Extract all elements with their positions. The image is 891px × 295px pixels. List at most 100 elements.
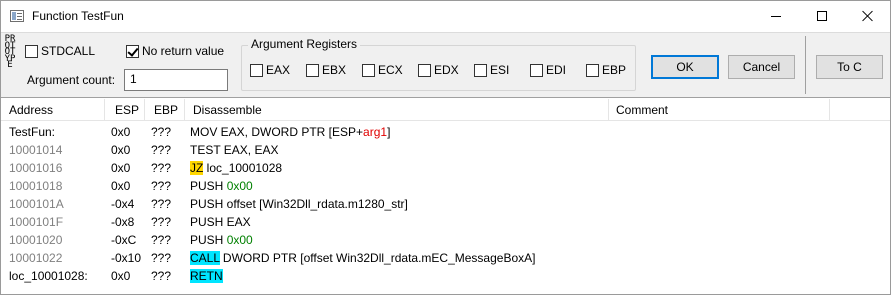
row-disassembly: CALL DWORD PTR [offset Win32Dll_rdata.mE… [190,249,535,267]
row-esp: -0x4 [111,197,135,211]
no-return-box[interactable] [126,44,139,58]
row-disassembly: TEST EAX, EAX [190,143,279,157]
column-divider[interactable] [144,99,145,121]
window-title: Function TestFun [32,9,124,23]
instruction-text: PUSH [190,179,227,193]
column-divider[interactable] [104,99,105,121]
stdcall-box[interactable] [25,44,38,58]
window-app-icon [10,10,24,22]
row-ebp: ??? [151,197,172,211]
register-checkbox-ebp[interactable]: EBP [586,62,626,78]
row-ebp: ??? [151,161,172,175]
row-ebp: ??? [151,179,172,193]
prototype-panel: PROTOTYPE STDCALL No return value Argume… [1,32,890,98]
table-row[interactable]: 10001016 0x0 ??? JZ loc_10001028 [1,159,890,177]
table-row[interactable]: 10001020 -0xC ??? PUSH 0x00 [1,231,890,249]
register-checkbox-esi[interactable]: ESI [474,62,509,78]
call-target: DWORD PTR [offset Win32Dll_rdata.mEC_Mes… [219,251,536,265]
register-checkbox-ecx[interactable]: ECX [362,62,403,78]
argument-count-label: Argument count: [27,73,116,87]
immediate-value: 0x00 [226,233,253,247]
column-header-comment[interactable]: Comment [608,99,668,121]
column-divider[interactable] [829,99,830,121]
row-esp: 0x0 [111,269,131,283]
register-checkbox-edx[interactable]: EDX [418,62,459,78]
table-header: Address ESP EBP Disassemble Comment [1,99,890,121]
register-label: EBP [602,63,627,77]
table-row[interactable]: loc_10001028: 0x0 ??? RETN [1,267,890,285]
table-row[interactable]: 10001014 0x0 ??? TEST EAX, EAX [1,141,890,159]
cancel-button[interactable]: Cancel [728,55,795,79]
no-return-checkbox[interactable]: No return value [126,43,224,59]
to-c-button[interactable]: To C [816,55,883,79]
stdcall-label: STDCALL [41,44,96,58]
table-row[interactable]: 10001018 0x0 ??? PUSH 0x00 [1,177,890,195]
column-header-ebp[interactable]: EBP [146,99,178,121]
row-address: 1000101A [9,197,64,211]
register-checkbox-ebx[interactable]: EBX [306,62,346,78]
title-bar[interactable]: Function TestFun [1,1,890,32]
register-box[interactable] [530,63,543,77]
stdcall-checkbox[interactable]: STDCALL [25,43,95,59]
row-address: 10001022 [9,251,63,265]
instruction-text: PUSH [190,233,227,247]
register-label: EBX [322,63,347,77]
row-disassembly: JZ loc_10001028 [190,159,282,177]
register-label: EDX [434,63,459,77]
column-header-esp[interactable]: ESP [107,99,139,121]
register-checkbox-edi[interactable]: EDI [530,62,566,78]
column-header-address[interactable]: Address [1,99,53,121]
row-disassembly: RETN [190,267,223,285]
register-label: EDI [546,63,567,77]
register-box[interactable] [250,63,263,77]
minimize-button[interactable] [753,1,799,31]
row-disassembly: PUSH 0x00 [190,177,253,195]
register-label: EAX [266,63,291,77]
function-dialog-window: Function TestFun PROTOTYPE STDCALL No re… [0,0,891,295]
register-box[interactable] [306,63,319,77]
table-row[interactable]: 1000101F -0x8 ??? PUSH EAX [1,213,890,231]
toolbar-separator [805,36,806,94]
row-address: 1000101F [9,215,64,229]
close-button[interactable] [845,1,891,31]
row-address: loc_10001028: [9,269,88,283]
return-mnemonic: RETN [190,269,223,283]
row-esp: -0x8 [111,215,135,229]
row-ebp: ??? [151,233,172,247]
argument-registers-title: Argument Registers [248,37,361,51]
ok-button[interactable]: OK [651,55,719,79]
no-return-label: No return value [142,44,225,58]
row-address: 10001016 [9,161,63,175]
row-disassembly: PUSH 0x00 [190,231,253,249]
register-box[interactable] [586,63,599,77]
register-box[interactable] [418,63,431,77]
row-ebp: ??? [151,251,172,265]
register-checkbox-eax[interactable]: EAX [250,62,290,78]
column-header-disassemble[interactable]: Disassemble [185,99,262,121]
jump-target[interactable]: loc_10001028 [203,161,282,175]
maximize-button[interactable] [799,1,845,31]
argument-name: arg1 [363,125,388,139]
row-disassembly: PUSH EAX [190,215,251,229]
register-box[interactable] [474,63,487,77]
row-ebp: ??? [151,125,172,139]
table-row[interactable]: 10001022 -0x10 ??? CALL DWORD PTR [offse… [1,249,890,267]
row-esp: 0x0 [111,161,131,175]
register-label: ESI [490,63,510,77]
disassembly-table[interactable]: Address ESP EBP Disassemble Comment Test… [1,99,890,294]
prototype-vertical-label: PROTOTYPE [4,34,16,70]
row-ebp: ??? [151,143,172,157]
register-box[interactable] [362,63,375,77]
call-mnemonic: CALL [190,251,220,265]
row-address: 10001020 [9,233,63,247]
table-row[interactable]: 1000101A -0x4 ??? PUSH offset [Win32Dll_… [1,195,890,213]
row-esp: -0x10 [111,251,142,265]
instruction-text-tail: ] [387,125,391,139]
table-row[interactable]: TestFun: 0x0 ??? MOV EAX, DWORD PTR [ESP… [1,123,890,141]
row-address: 10001018 [9,179,63,193]
row-esp: 0x0 [111,179,131,193]
register-label: ECX [378,63,403,77]
row-esp: 0x0 [111,125,131,139]
row-disassembly: PUSH offset [Win32Dll_rdata.m1280_str] [190,197,408,211]
argument-count-input[interactable]: 1 [124,69,228,91]
